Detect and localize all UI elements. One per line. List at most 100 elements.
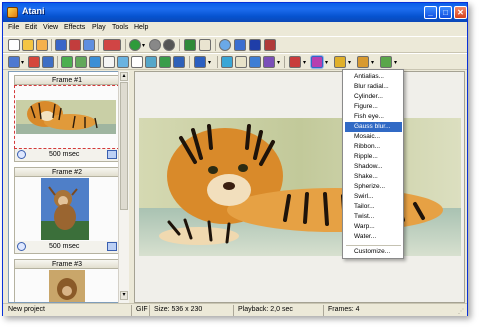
frame-card-1[interactable]: Frame #1 500 msec xyxy=(14,75,120,162)
web-icon[interactable] xyxy=(219,39,231,51)
light-effect-icon[interactable] xyxy=(357,56,369,68)
menu-item-antialias[interactable]: Antialias... xyxy=(345,72,402,82)
monitor-icon[interactable] xyxy=(249,39,261,51)
frame-card-3[interactable]: Frame #3 xyxy=(14,259,120,302)
insert-frame-dropdown-icon[interactable]: ▾ xyxy=(21,59,24,66)
distort-effects-dropdown: Antialias... Blur radial... Cylinder... … xyxy=(342,69,404,259)
new-icon[interactable] xyxy=(8,39,20,51)
menu-item-tailor[interactable]: Tailor... xyxy=(345,202,402,212)
scroll-down-icon[interactable]: ▾ xyxy=(120,291,128,300)
play-dropdown-icon[interactable]: ▾ xyxy=(142,42,145,49)
delete-frame-icon[interactable] xyxy=(28,56,40,68)
wizard-icon[interactable] xyxy=(234,39,246,51)
minimize-button[interactable]: _ xyxy=(424,6,437,19)
close-button[interactable]: ✕ xyxy=(454,6,467,19)
menu-edit[interactable]: Edit xyxy=(25,24,37,31)
menu-item-water[interactable]: Water... xyxy=(345,232,402,242)
color-effect-icon[interactable] xyxy=(289,56,301,68)
app-icon xyxy=(7,7,18,18)
menu-tools[interactable]: Tools xyxy=(112,24,128,31)
image-icon[interactable] xyxy=(145,56,157,68)
flip-dropdown-icon[interactable]: ▾ xyxy=(277,59,280,66)
canvas-area[interactable] xyxy=(134,71,465,303)
resize-icon[interactable] xyxy=(221,56,233,68)
play-icon[interactable] xyxy=(129,39,141,51)
menu-help[interactable]: Help xyxy=(134,24,148,31)
frame-thumbnail[interactable] xyxy=(14,177,120,241)
clock-icon[interactable] xyxy=(17,150,26,159)
menu-view[interactable]: View xyxy=(43,24,58,31)
open-folder-icon[interactable] xyxy=(36,39,48,51)
transition-icon[interactable] xyxy=(131,56,143,68)
scroll-thumb[interactable] xyxy=(120,82,128,210)
crop-icon[interactable] xyxy=(235,56,247,68)
pause-icon[interactable] xyxy=(149,39,161,51)
transform-effect-icon[interactable] xyxy=(380,56,392,68)
frame-card-2[interactable]: Frame #2 500 msec xyxy=(14,167,120,254)
save-icon[interactable] xyxy=(55,39,67,51)
menu-play[interactable]: Play xyxy=(92,24,106,31)
export-icon[interactable] xyxy=(184,39,196,51)
frames-panel[interactable]: Frame #1 500 msec Frame #2 500 msec Fram… xyxy=(8,71,129,303)
frame-thumbnail[interactable] xyxy=(14,85,120,149)
frame-properties-icon[interactable] xyxy=(107,242,117,251)
text-icon[interactable] xyxy=(173,56,185,68)
stop-icon[interactable] xyxy=(163,39,175,51)
resize-grip-icon[interactable]: ⋰ xyxy=(458,308,464,315)
menu-item-mosaic[interactable]: Mosaic... xyxy=(345,132,402,142)
menu-item-figure[interactable]: Figure... xyxy=(345,102,402,112)
clock-icon[interactable] xyxy=(17,242,26,251)
menu-effects[interactable]: Effects xyxy=(64,24,85,31)
menu-file[interactable]: File xyxy=(8,24,19,31)
layout-dropdown-icon[interactable]: ▾ xyxy=(208,59,211,66)
filter-dropdown-icon[interactable]: ▾ xyxy=(348,59,351,66)
menu-item-fish-eye[interactable]: Fish eye... xyxy=(345,112,402,122)
menu-item-blur-radial[interactable]: Blur radial... xyxy=(345,82,402,92)
frames-scrollbar[interactable]: ▴ ▾ xyxy=(118,71,129,303)
filter-effect-icon[interactable] xyxy=(334,56,346,68)
menu-item-ripple[interactable]: Ripple... xyxy=(345,152,402,162)
menu-item-cylinder[interactable]: Cylinder... xyxy=(345,92,402,102)
cut-icon[interactable] xyxy=(103,39,121,51)
frame-delay: 500 msec xyxy=(49,151,80,158)
film-icon[interactable] xyxy=(264,39,276,51)
frame-props-icon[interactable] xyxy=(89,56,101,68)
save-as-icon[interactable] xyxy=(69,39,81,51)
blank-frame-icon[interactable] xyxy=(103,56,115,68)
transform-dropdown-icon[interactable]: ▾ xyxy=(394,59,397,66)
menu-item-twist[interactable]: Twist... xyxy=(345,212,402,222)
rotate-icon[interactable] xyxy=(249,56,261,68)
preview-icon[interactable] xyxy=(199,39,211,51)
move-down-icon[interactable] xyxy=(75,56,87,68)
menu-item-shake[interactable]: Shake... xyxy=(345,172,402,182)
menu-bar: File Edit View Effects Play Tools Help xyxy=(3,22,467,35)
menu-item-ribbon[interactable]: Ribbon... xyxy=(345,142,402,152)
menu-item-shadow[interactable]: Shadow... xyxy=(345,162,402,172)
menu-item-swirl[interactable]: Swirl... xyxy=(345,192,402,202)
distort-effect-icon[interactable] xyxy=(311,56,323,68)
frame-properties-icon[interactable] xyxy=(107,150,117,159)
monkey2-thumbnail-image xyxy=(15,269,119,302)
frame-title: Frame #2 xyxy=(14,167,120,177)
menu-item-spherize[interactable]: Spherize... xyxy=(345,182,402,192)
image-edit-icon[interactable] xyxy=(159,56,171,68)
light-dropdown-icon[interactable]: ▾ xyxy=(371,59,374,66)
maximize-button[interactable]: □ xyxy=(439,6,452,19)
color-effect-dropdown-icon[interactable]: ▾ xyxy=(303,59,306,66)
open-icon[interactable] xyxy=(22,39,34,51)
clock-icon[interactable] xyxy=(117,56,129,68)
frame-thumbnail[interactable] xyxy=(14,269,120,302)
title-bar[interactable]: Atani _ □ ✕ xyxy=(3,3,467,22)
layout-icon[interactable] xyxy=(194,56,206,68)
insert-frame-icon[interactable] xyxy=(8,56,20,68)
move-up-icon[interactable] xyxy=(61,56,73,68)
scroll-up-icon[interactable]: ▴ xyxy=(120,72,128,81)
flip-icon[interactable] xyxy=(263,56,275,68)
save-all-icon[interactable] xyxy=(83,39,95,51)
menu-item-gauss-blur[interactable]: Gauss blur... xyxy=(345,122,402,132)
menu-item-customize[interactable]: Customize... xyxy=(345,247,402,257)
menu-item-warp[interactable]: Warp... xyxy=(345,222,402,232)
frame-title: Frame #1 xyxy=(14,75,120,85)
duplicate-frame-icon[interactable] xyxy=(42,56,54,68)
distort-dropdown-icon[interactable]: ▾ xyxy=(325,59,328,66)
